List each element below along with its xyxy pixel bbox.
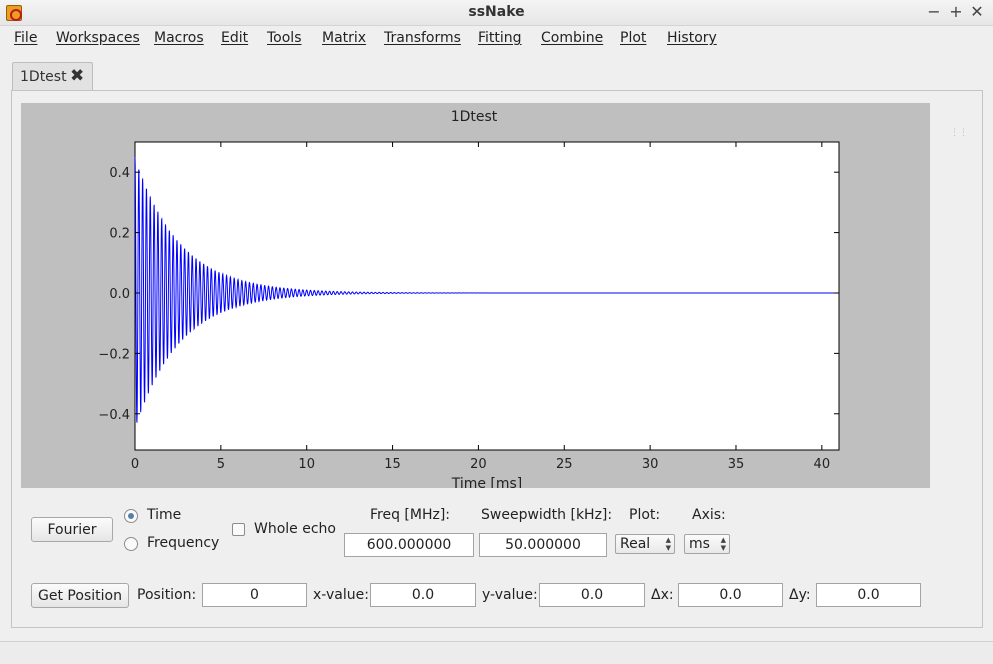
freq-input[interactable] xyxy=(344,533,474,557)
menu-edit[interactable]: Edit xyxy=(221,30,248,46)
maximize-button[interactable]: + xyxy=(946,2,966,22)
x-axis-label: Time [ms] xyxy=(451,476,523,488)
menu-bar: File Workspaces Macros Edit Tools Matrix… xyxy=(0,26,993,51)
menu-matrix[interactable]: Matrix xyxy=(322,30,366,46)
sweepwidth-input[interactable] xyxy=(479,533,607,557)
plot-type-label: Plot: xyxy=(629,507,661,523)
time-radio[interactable] xyxy=(124,509,138,523)
x-tick-label: 10 xyxy=(298,457,315,472)
spinner-arrows-icon: ▲ ▼ xyxy=(720,536,726,552)
axis-unit-value: ms xyxy=(689,536,710,552)
minimize-button[interactable]: − xyxy=(924,2,944,22)
menu-fitting[interactable]: Fitting xyxy=(478,30,522,46)
x-tick-label: 5 xyxy=(217,457,225,472)
spectrum-plot[interactable]: 1Dtest 0 5 10 15 20 25 30 35 40 0.4 0.2 0.0 −0.2 −0.4… xyxy=(21,103,930,488)
splitter-grip-icon[interactable]: ⋮⋮ xyxy=(950,128,968,138)
x-tick-label: 35 xyxy=(728,457,745,472)
y-tick-label: 0.4 xyxy=(109,166,130,181)
x-tick-label: 25 xyxy=(556,457,573,472)
y-tick-label: 0.2 xyxy=(109,227,130,242)
frequency-radio-label: Frequency xyxy=(147,535,220,551)
menu-macros[interactable]: Macros xyxy=(154,30,204,46)
spinner-arrows-icon: ▲ ▼ xyxy=(665,536,671,552)
plot-title: 1Dtest xyxy=(451,109,498,125)
freq-label: Freq [MHz]: xyxy=(370,507,451,523)
menu-history[interactable]: History xyxy=(667,30,717,46)
menu-file[interactable]: File xyxy=(14,30,37,46)
delta-x-input[interactable] xyxy=(678,583,783,607)
y-tick-label: −0.2 xyxy=(98,347,130,362)
y-value-label: y-value: xyxy=(482,587,538,603)
sweepwidth-label: Sweepwidth [kHz]: xyxy=(481,507,613,523)
x-tick-label: 20 xyxy=(470,457,487,472)
plot-type-select[interactable]: Real ▲ ▼ xyxy=(615,534,675,554)
x-value-label: x-value: xyxy=(313,587,369,603)
menu-tools[interactable]: Tools xyxy=(267,30,302,46)
menu-transforms[interactable]: Transforms xyxy=(384,30,461,46)
delta-y-input[interactable] xyxy=(816,583,921,607)
window-title: ssNake xyxy=(468,4,525,20)
x-tick-label: 30 xyxy=(642,457,659,472)
axis-label: Axis: xyxy=(692,507,726,523)
y-tick-label: 0.0 xyxy=(109,287,130,302)
time-radio-label: Time xyxy=(147,507,182,523)
status-bar xyxy=(0,641,993,664)
x-value-input[interactable] xyxy=(370,583,476,607)
menu-combine[interactable]: Combine xyxy=(541,30,603,46)
y-value-input[interactable] xyxy=(539,583,645,607)
delta-y-label: Δy: xyxy=(789,587,811,603)
plot-type-value: Real xyxy=(620,536,651,552)
whole-echo-label: Whole echo xyxy=(254,521,336,537)
menu-workspaces[interactable]: Workspaces xyxy=(56,30,140,46)
tab-1dtest[interactable]: 1Dtest ✖ xyxy=(12,62,93,90)
axis-unit-select[interactable]: ms ▲ ▼ xyxy=(684,534,730,554)
position-input[interactable] xyxy=(202,583,307,607)
title-bar: ssNake − + ✕ xyxy=(0,0,993,26)
position-label: Position: xyxy=(137,587,197,603)
fourier-button[interactable]: Fourier xyxy=(31,517,113,542)
tab-close-icon[interactable]: ✖ xyxy=(70,66,84,86)
x-tick-label: 40 xyxy=(814,457,831,472)
y-tick-label: −0.4 xyxy=(98,408,130,423)
get-position-button[interactable]: Get Position xyxy=(31,583,129,608)
x-tick-label: 0 xyxy=(131,457,139,472)
whole-echo-checkbox[interactable] xyxy=(232,523,245,536)
tab-label: 1Dtest xyxy=(20,69,67,85)
close-window-button[interactable]: ✕ xyxy=(967,2,987,22)
x-tick-label: 15 xyxy=(384,457,401,472)
menu-plot[interactable]: Plot xyxy=(620,30,646,46)
frequency-radio[interactable] xyxy=(124,537,138,551)
delta-x-label: Δx: xyxy=(651,587,674,603)
